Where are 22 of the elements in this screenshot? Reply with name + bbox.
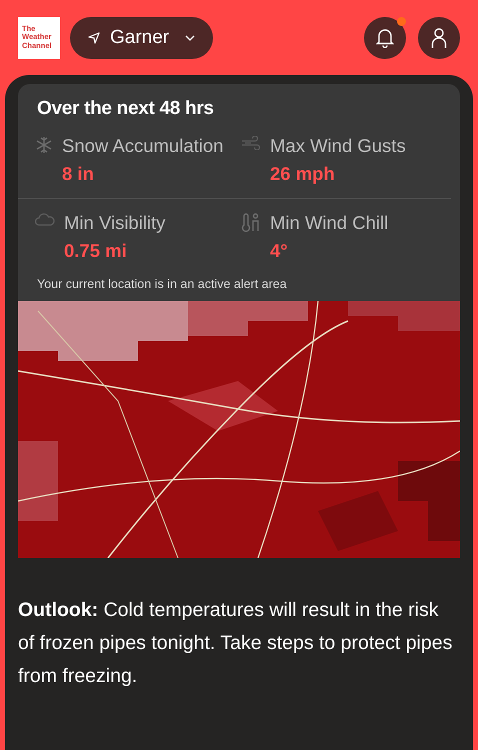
thermometer-person-icon	[241, 213, 261, 233]
bell-icon	[376, 28, 394, 48]
location-button[interactable]: Garner	[70, 16, 214, 58]
metric-value: 8 in	[62, 162, 95, 186]
person-icon	[431, 26, 447, 48]
snowflake-icon	[35, 136, 53, 154]
metric-value: 4°	[270, 239, 289, 263]
metric-value: 0.75 mi	[64, 239, 128, 263]
cloud-icon	[35, 213, 55, 226]
metric-label: Snow Accumulation	[62, 134, 224, 158]
wind-icon	[241, 136, 261, 150]
profile-button[interactable]	[418, 16, 460, 58]
card-title: Over the next 48 hrs	[37, 98, 215, 120]
navigation-arrow-icon	[88, 32, 100, 44]
caret-icon	[185, 34, 196, 40]
metric-label: Max Wind Gusts	[270, 134, 407, 158]
notifications-button[interactable]	[364, 16, 406, 58]
metric-label: Min Wind Chill	[270, 211, 390, 235]
metric-label: Min Visibility	[64, 211, 166, 235]
metric-value: 26 mph	[270, 162, 336, 186]
outlook-text: Outlook: Cold temperatures will result in the risk of frozen pipes tonight. Take steps to protect pipes from freezing.	[18, 598, 454, 689]
alert-note: Your current location is in an active alert area	[37, 277, 288, 291]
